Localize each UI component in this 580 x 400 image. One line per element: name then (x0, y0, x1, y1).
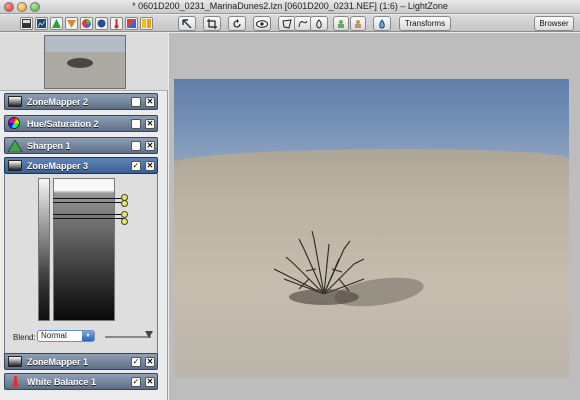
blend-label: Blend: (13, 333, 36, 342)
tool-remove-button[interactable]: ✕ (145, 357, 155, 367)
clone-icon[interactable] (333, 16, 349, 31)
tool-stack-panel: ZoneMapper 2 ✕ Hue/Saturation 2 ✕ Sharpe… (0, 33, 168, 400)
tool-enable-checkbox[interactable] (131, 97, 141, 107)
zone-mapper-bar[interactable] (53, 178, 115, 321)
browser-button[interactable]: Browser (534, 16, 574, 31)
transforms-button[interactable]: Transforms (399, 16, 451, 31)
tool-zonemapper-1[interactable]: ZoneMapper 1 ✓ ✕ (4, 353, 158, 370)
tool-label: ZoneMapper 2 (27, 97, 89, 107)
heal-icon[interactable] (350, 16, 366, 31)
relight-tool-icon[interactable] (65, 17, 78, 30)
arrow-select-icon[interactable] (178, 16, 196, 31)
tool-remove-button[interactable]: ✕ (145, 377, 155, 387)
tool-label: ZoneMapper 1 (27, 357, 89, 367)
tool-remove-button[interactable]: ✕ (145, 119, 155, 129)
zonemapper-tool-icon[interactable] (20, 17, 33, 30)
tool-enable-checkbox[interactable] (131, 119, 141, 129)
tool-zonemapper-3[interactable]: ZoneMapper 3 ✓ ✕ (4, 157, 158, 174)
zonemapper-icon (8, 96, 22, 107)
blend-mode-value: Normal (41, 331, 67, 340)
zone-handle[interactable] (121, 218, 128, 225)
thermometer-icon (8, 376, 22, 388)
crop-icon[interactable] (203, 16, 221, 31)
zone-divider[interactable] (53, 218, 123, 219)
tool-hue-saturation-2[interactable]: Hue/Saturation 2 ✕ (4, 115, 158, 132)
zone-preview-strip (38, 178, 50, 321)
toolbar: Transforms Browser (0, 15, 580, 32)
white-balance-tool-icon[interactable] (110, 17, 123, 30)
navigator-thumbnail[interactable] (44, 35, 126, 89)
color-picker-tool-icon[interactable] (140, 17, 153, 30)
chevron-down-icon: ▾ (82, 331, 94, 341)
hue-saturation-tool-icon[interactable] (80, 17, 93, 30)
eye-icon[interactable] (253, 16, 271, 31)
tool-enable-checkbox[interactable] (131, 141, 141, 151)
window-title: * 0601D200_0231_MarinaDunes2.lzn [0601D2… (132, 1, 448, 11)
photo-bush (273, 230, 365, 305)
navigator-panel (0, 33, 168, 91)
opacity-slider-thumb[interactable] (145, 331, 153, 338)
color-balance-tool-icon[interactable] (125, 17, 138, 30)
rotate-icon[interactable] (228, 16, 246, 31)
tool-enable-checkbox[interactable]: ✓ (131, 357, 141, 367)
zone-divider[interactable] (53, 198, 123, 199)
image-canvas[interactable] (169, 33, 580, 400)
tool-label: White Balance 1 (27, 377, 97, 387)
zone-handle[interactable] (121, 211, 128, 218)
tool-label: ZoneMapper 3 (27, 161, 89, 171)
histogram-tool-icon[interactable] (35, 17, 48, 30)
tool-remove-button[interactable]: ✕ (145, 141, 155, 151)
zone-handle[interactable] (121, 200, 128, 207)
zonemapper-icon (8, 160, 22, 171)
tool-sharpen-1[interactable]: Sharpen 1 ✕ (4, 137, 158, 154)
blend-mode-select[interactable]: Normal ▾ (37, 330, 95, 342)
sharpen-icon (7, 139, 23, 153)
noise-reduction-tool-icon[interactable] (95, 17, 108, 30)
tool-remove-button[interactable]: ✕ (145, 161, 155, 171)
zone-divider[interactable] (53, 202, 123, 203)
zonemapper-icon (8, 356, 22, 367)
tool-zonemapper-2[interactable]: ZoneMapper 2 ✕ (4, 93, 158, 110)
sharpen-tool-icon[interactable] (50, 17, 63, 30)
title-bar: * 0601D200_0231_MarinaDunes2.lzn [0601D2… (0, 0, 580, 14)
zonemapper-controls: Blend: Normal ▾ (4, 174, 158, 366)
tool-label: Hue/Saturation 2 (27, 119, 99, 129)
red-eye-icon[interactable] (373, 16, 391, 31)
tool-enable-checkbox[interactable]: ✓ (131, 377, 141, 387)
photo-preview[interactable] (174, 79, 569, 378)
tool-enable-checkbox[interactable]: ✓ (131, 161, 141, 171)
region-freehand-icon[interactable] (310, 16, 328, 31)
tool-remove-button[interactable]: ✕ (145, 97, 155, 107)
hue-saturation-icon (8, 117, 20, 129)
zone-divider[interactable] (53, 214, 123, 215)
tool-label: Sharpen 1 (27, 141, 71, 151)
tool-white-balance-1[interactable]: White Balance 1 ✓ ✕ (4, 373, 158, 390)
